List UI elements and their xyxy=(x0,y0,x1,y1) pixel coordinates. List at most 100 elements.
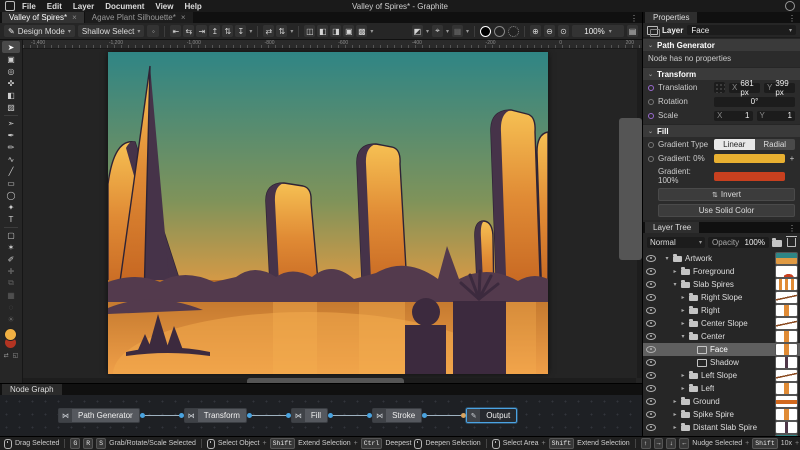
delete-layer-icon[interactable] xyxy=(786,236,797,247)
panel-menu-icon[interactable]: ⋮ xyxy=(784,14,800,23)
expand-arrow-icon[interactable]: ▸ xyxy=(680,385,686,392)
gradient-stop-100-swatch[interactable] xyxy=(714,171,785,181)
visibility-eye-icon[interactable] xyxy=(646,372,656,379)
menu-layer[interactable]: Layer xyxy=(73,2,94,11)
planter-box[interactable] xyxy=(453,301,506,374)
freehand-tool-icon[interactable]: ✏ xyxy=(2,141,20,153)
layer-row[interactable]: ▸ Foreground xyxy=(643,265,800,278)
expand-arrow-icon[interactable]: ▸ xyxy=(672,398,678,405)
horizontal-scrollbar-thumb[interactable] xyxy=(248,379,403,383)
visibility-eye-icon[interactable] xyxy=(646,359,656,366)
reset-colors-icon[interactable]: ◱ xyxy=(13,352,19,359)
layer-row[interactable]: ▸ Right xyxy=(643,304,800,317)
select-tool-icon[interactable]: ➤ xyxy=(2,41,20,53)
shape-tool-icon[interactable]: ✦ xyxy=(2,201,20,213)
close-tab-icon[interactable]: × xyxy=(72,13,77,22)
expand-arrow-icon[interactable]: ▸ xyxy=(680,294,686,301)
expand-arrow-icon[interactable]: ▸ xyxy=(672,268,678,275)
artboard-tool-icon[interactable]: ▢ xyxy=(2,229,20,241)
snapping-toggle-icon[interactable]: ⌖ xyxy=(431,25,443,37)
translation-x-input[interactable]: X 681 px xyxy=(729,79,760,97)
visibility-eye-icon[interactable] xyxy=(646,307,656,314)
align-left-icon[interactable]: ⇤ xyxy=(170,25,182,37)
design-mode-dropdown[interactable]: ✎ Design Mode ▾ xyxy=(4,25,75,37)
boolean-subtract-front-icon[interactable]: ◧ xyxy=(317,25,329,37)
tab-layer-tree[interactable]: Layer Tree xyxy=(645,222,700,233)
menu-help[interactable]: Help xyxy=(184,2,201,11)
translation-y-input[interactable]: Y 399 px xyxy=(764,79,795,97)
gradient-type-radial-button[interactable]: Radial xyxy=(754,139,795,150)
graphite-logo-icon[interactable] xyxy=(5,1,15,11)
expand-arrow-icon[interactable]: ▸ xyxy=(680,372,686,379)
section-header[interactable]: ⌄ Fill xyxy=(643,124,800,137)
app-settings-icon[interactable] xyxy=(785,1,795,11)
blend-mode-dropdown[interactable]: Normal ▾ xyxy=(647,237,705,248)
align-bottom-icon[interactable]: ↧ xyxy=(235,25,247,37)
visibility-eye-icon[interactable] xyxy=(646,398,656,405)
add-gradient-stop-icon[interactable]: + xyxy=(789,154,795,163)
zoom-reset-icon[interactable]: ⊙ xyxy=(558,25,569,37)
parameter-expose-icon[interactable] xyxy=(648,84,654,91)
layer-row[interactable]: Face xyxy=(643,343,800,356)
boolean-subtract-back-icon[interactable]: ◨ xyxy=(330,25,342,37)
relight-tool-icon[interactable]: ☀ xyxy=(2,313,20,325)
layer-row[interactable]: ▾ Artwork xyxy=(643,252,800,265)
zoom-in-icon[interactable]: ⊕ xyxy=(530,25,541,37)
path-tool-icon[interactable]: ➣ xyxy=(2,117,20,129)
node-path-generator[interactable]: ⋈ Path Generator xyxy=(58,408,140,423)
tab-agave-plant-silhouette[interactable]: Agave Plant Silhouette* × xyxy=(84,12,193,23)
horizontal-scrollbar[interactable] xyxy=(23,378,636,383)
new-folder-icon[interactable] xyxy=(772,238,782,247)
layer-row[interactable]: ▾ Slab Spires xyxy=(643,278,800,291)
input-port[interactable] xyxy=(178,413,184,418)
align-center-v-icon[interactable]: ⇅ xyxy=(222,25,234,37)
layer-row[interactable]: ▸ Ground xyxy=(643,395,800,408)
align-center-h-icon[interactable]: ⇆ xyxy=(183,25,195,37)
gradient-type-linear-button[interactable]: Linear xyxy=(714,139,755,150)
layer-row[interactable]: ▾ Center xyxy=(643,330,800,343)
selection-options-button[interactable]: ◦ xyxy=(147,25,160,37)
patch-tool-icon[interactable]: ▦ xyxy=(2,289,20,301)
parameter-expose-icon[interactable] xyxy=(648,155,654,162)
expand-arrow-icon[interactable]: ▾ xyxy=(672,281,678,288)
boolean-difference-icon[interactable]: ▩ xyxy=(356,25,368,37)
flip-horizontal-icon[interactable]: ⇄ xyxy=(263,25,275,37)
layer-row[interactable]: ▸ Spike Spire xyxy=(643,408,800,421)
expand-arrow-icon[interactable]: ▾ xyxy=(680,333,686,340)
layer-row[interactable]: ▸ Center Slope xyxy=(643,317,800,330)
heal-tool-icon[interactable]: ✚ xyxy=(2,265,20,277)
visibility-eye-icon[interactable] xyxy=(646,385,656,392)
layer-row[interactable]: Shadow xyxy=(643,356,800,369)
tab-node-graph[interactable]: Node Graph xyxy=(2,384,62,395)
panel-menu-icon[interactable]: ⋮ xyxy=(784,224,800,233)
expand-arrow-icon[interactable]: ▸ xyxy=(680,320,686,327)
flip-more-chevron-icon[interactable]: ▾ xyxy=(290,28,293,35)
chevron-down-icon[interactable]: ▾ xyxy=(789,27,792,34)
pen-tool-icon[interactable]: ✒ xyxy=(2,129,20,141)
overlays-toggle-icon[interactable]: ◩ xyxy=(411,25,423,37)
visibility-eye-icon[interactable] xyxy=(646,320,656,327)
layer-row[interactable]: ▸ Left Slope xyxy=(643,369,800,382)
pedestal[interactable] xyxy=(405,325,446,374)
visibility-eye-icon[interactable] xyxy=(646,333,656,340)
node-transform[interactable]: ⋈ Transform xyxy=(183,408,247,423)
parameter-expose-icon[interactable] xyxy=(648,98,654,105)
view-mode-outline-icon[interactable] xyxy=(494,25,505,37)
node-fill[interactable]: ⋈ Fill xyxy=(290,408,329,423)
boolean-union-icon[interactable]: ◫ xyxy=(304,25,316,37)
use-solid-color-button[interactable]: Use Solid Color xyxy=(658,204,795,217)
ellipse-tool-icon[interactable]: ◯ xyxy=(2,189,20,201)
align-more-chevron-icon[interactable]: ▾ xyxy=(249,28,252,35)
visibility-eye-icon[interactable] xyxy=(646,424,656,431)
pedestal-sphere[interactable] xyxy=(412,298,440,326)
crop-tool-icon[interactable]: ▣ xyxy=(2,53,20,65)
scale-y-input[interactable]: Y 1 xyxy=(756,110,795,121)
layer-row[interactable]: ▸ Right Slope xyxy=(643,291,800,304)
pivot-picker[interactable] xyxy=(714,82,725,93)
text-tool-icon[interactable]: T xyxy=(2,213,20,225)
spline-tool-icon[interactable]: ∿ xyxy=(2,153,20,165)
visibility-eye-icon[interactable] xyxy=(646,281,656,288)
node-stroke[interactable]: ⋈ Stroke xyxy=(372,408,423,423)
expand-arrow-icon[interactable]: ▸ xyxy=(680,307,686,314)
chevron-down-icon[interactable]: ▾ xyxy=(466,28,469,35)
